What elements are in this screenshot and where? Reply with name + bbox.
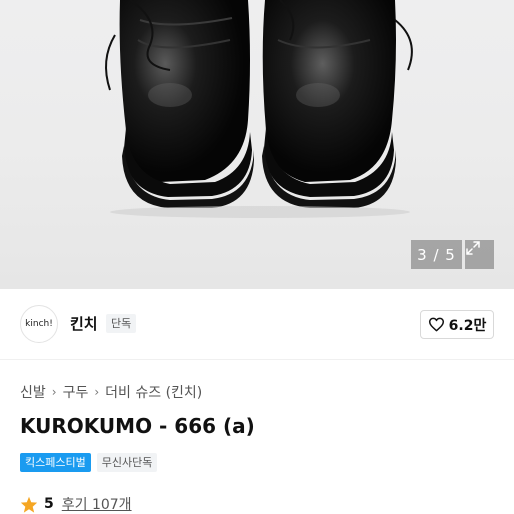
product-image-gallery[interactable]: 3 / 5 bbox=[0, 0, 514, 289]
breadcrumb: 신발 › 구두 › 더비 슈즈 (킨치) bbox=[20, 382, 202, 402]
product-title: KUROKUMO - 666 (a) bbox=[20, 414, 255, 438]
section-divider bbox=[0, 359, 514, 360]
like-button[interactable]: 6.2만 bbox=[420, 310, 494, 339]
festival-badge: 킥스페스티벌 bbox=[20, 453, 91, 472]
breadcrumb-item-dress-shoes[interactable]: 구두 bbox=[63, 382, 89, 402]
image-counter-text: 3 / 5 bbox=[417, 245, 456, 264]
heart-outline-icon bbox=[428, 317, 444, 332]
brand-name[interactable]: 킨치 bbox=[70, 313, 98, 334]
chevron-right-icon: › bbox=[51, 385, 57, 399]
rating-row: 5 후기 107개 bbox=[20, 494, 132, 514]
brand-logo-text: kinch! bbox=[25, 319, 53, 329]
chevron-right-icon: › bbox=[94, 385, 100, 399]
expand-icon bbox=[466, 241, 480, 255]
review-count-link[interactable]: 후기 107개 bbox=[62, 494, 132, 514]
expand-image-button[interactable] bbox=[465, 240, 494, 269]
brand-logo[interactable]: kinch! bbox=[20, 305, 58, 343]
brand-row: kinch! 킨치 단독 6.2만 bbox=[0, 289, 514, 360]
brand-exclusive-tag: 단독 bbox=[106, 314, 137, 333]
image-counter: 3 / 5 bbox=[411, 240, 462, 269]
like-count: 6.2만 bbox=[448, 317, 487, 334]
exclusive-badge: 무신사단독 bbox=[96, 453, 158, 472]
star-icon bbox=[20, 496, 38, 513]
breadcrumb-item-shoes[interactable]: 신발 bbox=[20, 382, 46, 402]
breadcrumb-item-derby[interactable]: 더비 슈즈 (킨치) bbox=[105, 382, 202, 402]
rating-value: 5 bbox=[44, 496, 54, 512]
badge-list: 킥스페스티벌 무신사단독 bbox=[20, 453, 158, 472]
